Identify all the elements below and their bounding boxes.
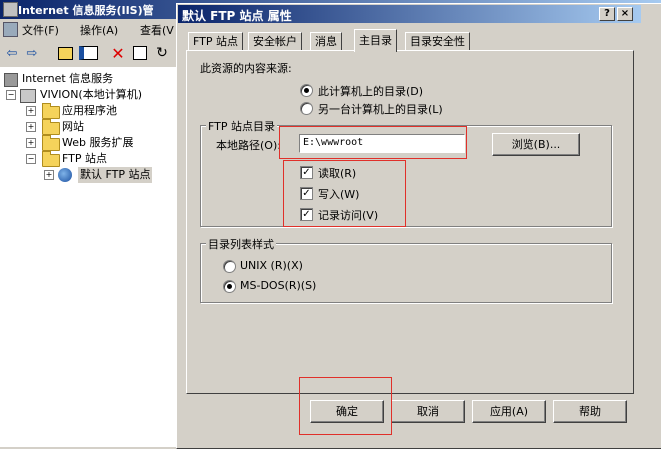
tree-item-default-ftp-site[interactable]: + 默认 FTP 站点 <box>44 167 176 183</box>
folder-icon <box>42 135 60 151</box>
write-label[interactable]: 写入(W) <box>318 186 359 202</box>
ftp-dir-group-label: FTP 站点目录 <box>206 118 277 134</box>
radio-local-dir-label[interactable]: 此计算机上的目录(D) <box>318 83 423 99</box>
read-checkbox[interactable]: ✓ <box>300 166 313 179</box>
tab-directory-security[interactable]: 目录安全性 <box>405 32 470 51</box>
dialog-title-bar: 默认 FTP 站点 属性 ? × <box>178 5 641 23</box>
read-label[interactable]: 读取(R) <box>318 165 356 181</box>
log-visits-label[interactable]: 记录访问(V) <box>318 207 378 223</box>
menu-file[interactable]: 文件(F) <box>22 22 59 38</box>
write-checkbox[interactable]: ✓ <box>300 187 313 200</box>
tab-security-accounts[interactable]: 安全帐户 <box>248 32 302 51</box>
tree-item-web-extensions[interactable]: + Web 服务扩展 <box>26 135 176 151</box>
ok-button[interactable]: 确定 <box>310 400 384 423</box>
radio-local-dir[interactable] <box>300 84 313 97</box>
tree-item-label: FTP 站点 <box>62 152 107 165</box>
dialog-title: 默认 FTP 站点 属性 <box>182 9 292 23</box>
globe-icon <box>58 168 72 182</box>
tree-item-label: 应用程序池 <box>62 104 117 117</box>
folder-icon <box>42 119 60 135</box>
expand-icon[interactable]: + <box>26 106 36 116</box>
mmc-menu-bar: 文件(F) 操作(A) 查看(V <box>0 19 180 39</box>
mmc-toolbar: ⇦ ⇨ ✕ ↻ <box>0 40 180 66</box>
local-path-value: E:\wwwroot <box>303 137 364 148</box>
tree-computer-row[interactable]: − VIVION(本地计算机) <box>6 87 176 103</box>
computer-icon <box>20 89 36 103</box>
mmc-title: Internet 信息服务(IIS)管 <box>18 4 154 17</box>
radio-remote-dir-label[interactable]: 另一台计算机上的目录(L) <box>318 101 443 117</box>
iis-icon <box>4 73 18 87</box>
help-button[interactable]: 帮助 <box>553 400 627 423</box>
tree-computer-label: VIVION(本地计算机) <box>40 88 143 101</box>
local-path-label: 本地路径(O): <box>216 139 281 152</box>
delete-icon[interactable]: ✕ <box>108 43 128 63</box>
tree-root-label: Internet 信息服务 <box>22 72 114 85</box>
forward-arrow-icon[interactable]: ⇨ <box>22 43 42 63</box>
source-label: 此资源的内容来源: <box>200 62 292 75</box>
iis-app-icon <box>3 2 18 17</box>
refresh-icon[interactable]: ↻ <box>152 43 172 63</box>
listing-style-group-label: 目录列表样式 <box>206 236 276 252</box>
help-caption-button[interactable]: ? <box>599 7 615 21</box>
tab-messages[interactable]: 消息 <box>310 32 342 51</box>
tree-item-ftp-sites[interactable]: − FTP 站点 <box>26 151 176 167</box>
tab-home-directory[interactable]: 主目录 <box>354 29 397 52</box>
apply-button[interactable]: 应用(A) <box>472 400 546 423</box>
tree-item-label: 默认 FTP 站点 <box>78 167 153 183</box>
local-path-input[interactable]: E:\wwwroot <box>299 134 465 153</box>
listing-style-group <box>200 243 612 303</box>
folder-icon <box>42 151 60 167</box>
browse-button[interactable]: 浏览(B)... <box>492 133 580 156</box>
radio-remote-dir[interactable] <box>300 102 313 115</box>
properties-icon[interactable] <box>130 43 150 63</box>
expand-icon[interactable]: + <box>26 138 36 148</box>
menu-view[interactable]: 查看(V <box>140 22 174 38</box>
close-button[interactable]: × <box>617 7 633 21</box>
expand-icon[interactable]: + <box>26 122 36 132</box>
up-folder-icon[interactable] <box>55 43 75 63</box>
radio-unix-label[interactable]: UNIX (R)(X) <box>240 259 303 272</box>
tree-item-app-pools[interactable]: + 应用程序池 <box>26 103 176 119</box>
cancel-button[interactable]: 取消 <box>391 400 465 423</box>
menu-action[interactable]: 操作(A) <box>80 22 118 38</box>
collapse-icon[interactable]: − <box>6 90 16 100</box>
tree-item-websites[interactable]: + 网站 <box>26 119 176 135</box>
expand-icon[interactable]: + <box>44 170 54 180</box>
console-menu-icon[interactable] <box>3 22 18 37</box>
tab-ftp-site[interactable]: FTP 站点 <box>188 32 243 51</box>
log-visits-checkbox[interactable]: ✓ <box>300 208 313 221</box>
back-arrow-icon[interactable]: ⇦ <box>2 43 22 63</box>
tree-item-label: Web 服务扩展 <box>62 136 134 149</box>
radio-msdos-label[interactable]: MS-DOS(R)(S) <box>240 279 316 292</box>
folder-icon <box>42 103 60 119</box>
show-tree-icon[interactable] <box>78 43 98 63</box>
radio-msdos[interactable] <box>223 280 236 293</box>
tree-pane: Internet 信息服务 − VIVION(本地计算机) + 应用程序池 + … <box>0 67 179 447</box>
tree-item-label: 网站 <box>62 120 84 133</box>
collapse-icon[interactable]: − <box>26 154 36 164</box>
radio-unix[interactable] <box>223 260 236 273</box>
